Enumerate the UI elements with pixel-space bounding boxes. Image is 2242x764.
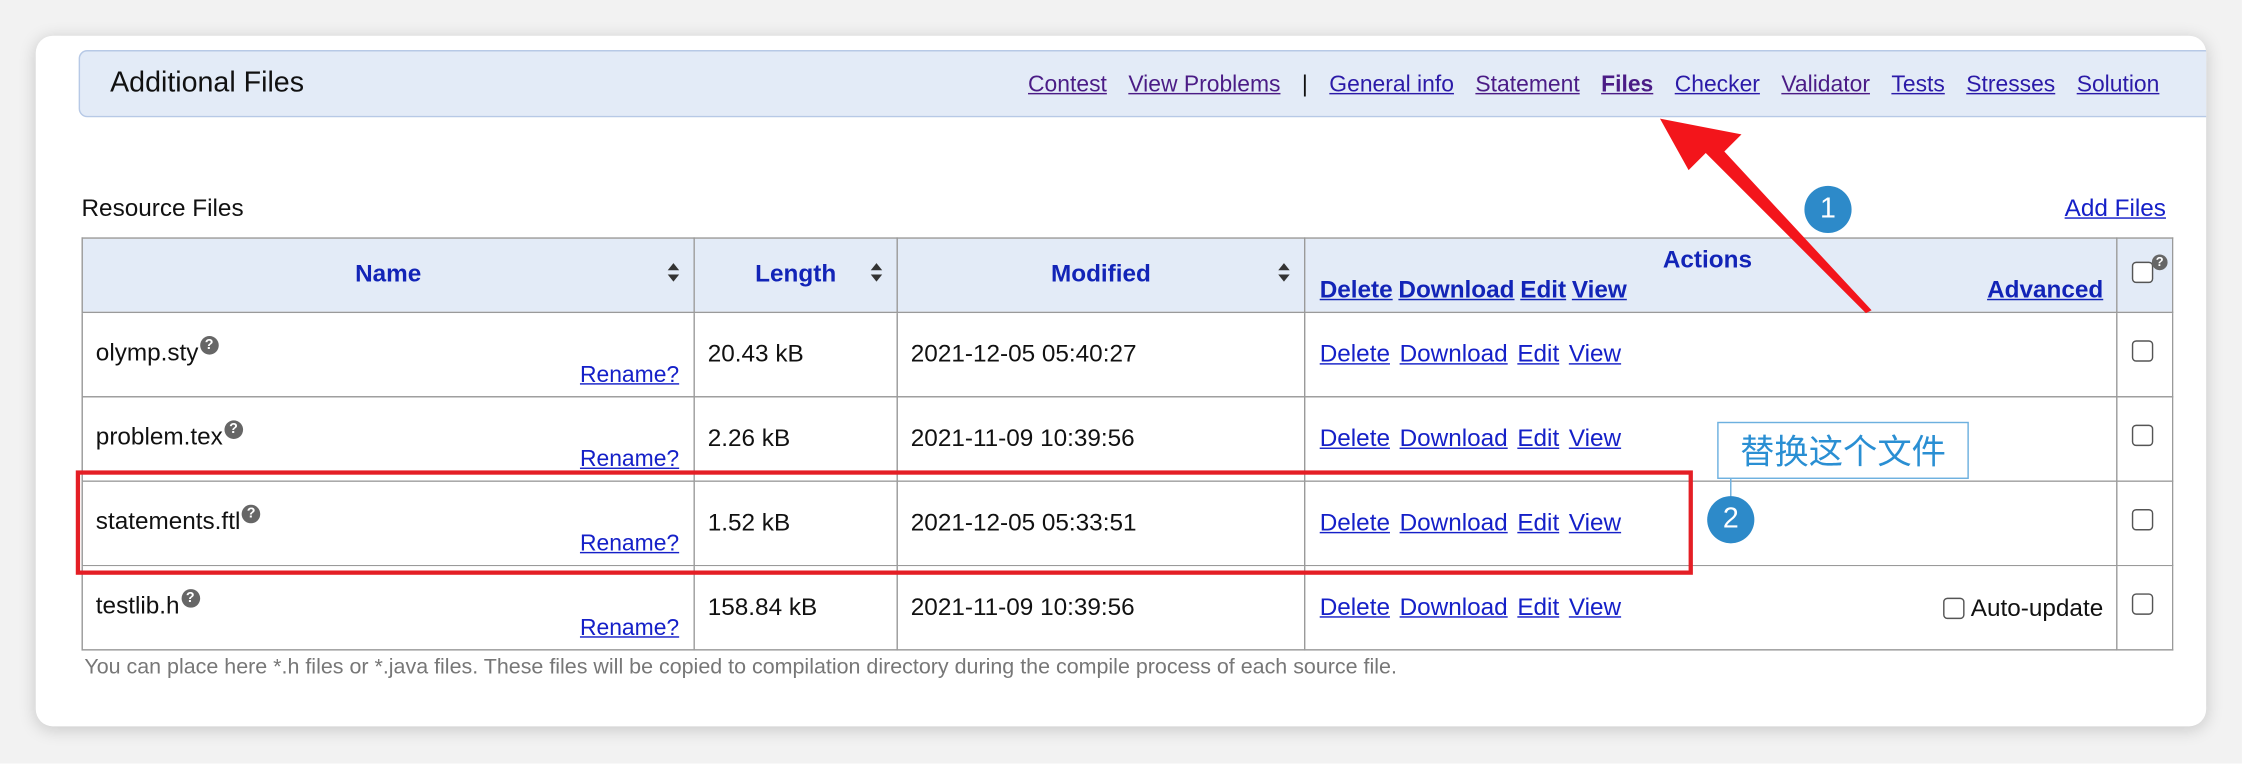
screenshot-stage: Additional Files Contest View Problems | Ge… <box>0 0 2242 764</box>
highlight-box <box>75 470 1693 575</box>
step-badge-2: 2 <box>1707 496 1755 544</box>
annotation-label: 替换这个文件 <box>1717 421 1969 479</box>
step-badge-1: 1 <box>1804 185 1852 234</box>
red-arrow-annotation <box>1659 118 1872 314</box>
